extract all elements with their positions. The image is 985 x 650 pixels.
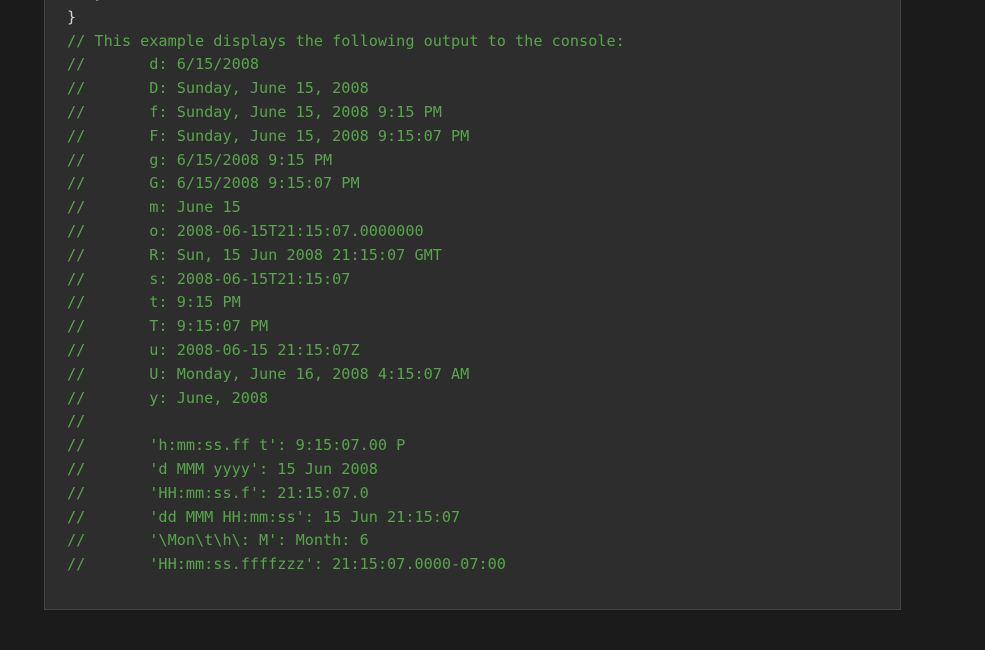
code-comment-line: // This example displays the following o…: [67, 31, 625, 50]
code-comment-line: // U: Monday, June 16, 2008 4:15:07 AM: [67, 364, 470, 383]
code-comment-line: // 'dd MMM HH:mm:ss': 15 Jun 21:15:07: [67, 507, 461, 526]
page: }}// This example displays the following…: [0, 0, 985, 650]
code-comment-line: // F: Sunday, June 15, 2008 9:15:07 PM: [67, 126, 470, 145]
code-comment-line: // R: Sun, 15 Jun 2008 21:15:07 GMT: [67, 245, 442, 264]
code-comment-line: // s: 2008-06-15T21:15:07: [67, 269, 351, 288]
code-line: }: [67, 7, 77, 26]
code-comment-line: // o: 2008-06-15T21:15:07.0000000: [67, 221, 424, 240]
code-comment-line: // T: 9:15:07 PM: [67, 317, 269, 336]
code-comment-line: // G: 6/15/2008 9:15:07 PM: [67, 174, 360, 193]
code-comment-line: // t: 9:15 PM: [67, 293, 241, 312]
code-comment-line: // d: 6/15/2008: [67, 55, 260, 74]
code-comment-line: //: [67, 412, 86, 431]
code-comment-line: // 'h:mm:ss.ff t': 9:15:07.00 P: [67, 436, 406, 455]
code-comment-line: // 'HH:mm:ss.f': 21:15:07.0: [67, 483, 369, 502]
code-block: }}// This example displays the following…: [44, 0, 901, 610]
code-comment-line: // 'HH:mm:ss.ffffzzz': 21:15:07.0000-07:…: [67, 555, 506, 574]
code-content: }}// This example displays the following…: [67, 0, 625, 577]
code-comment-line: // y: June, 2008: [67, 388, 269, 407]
code-comment-line: // g: 6/15/2008 9:15 PM: [67, 150, 333, 169]
code-comment-line: // D: Sunday, June 15, 2008: [67, 79, 369, 98]
code-comment-line: // 'd MMM yyyy': 15 Jun 2008: [67, 459, 378, 478]
code-comment-line: // '\Mon\t\h\: M': Month: 6: [67, 531, 369, 550]
code-comment-line: // m: June 15: [67, 198, 241, 217]
code-comment-line: // f: Sunday, June 15, 2008 9:15 PM: [67, 102, 442, 121]
code-comment-line: // u: 2008-06-15 21:15:07Z: [67, 340, 360, 359]
